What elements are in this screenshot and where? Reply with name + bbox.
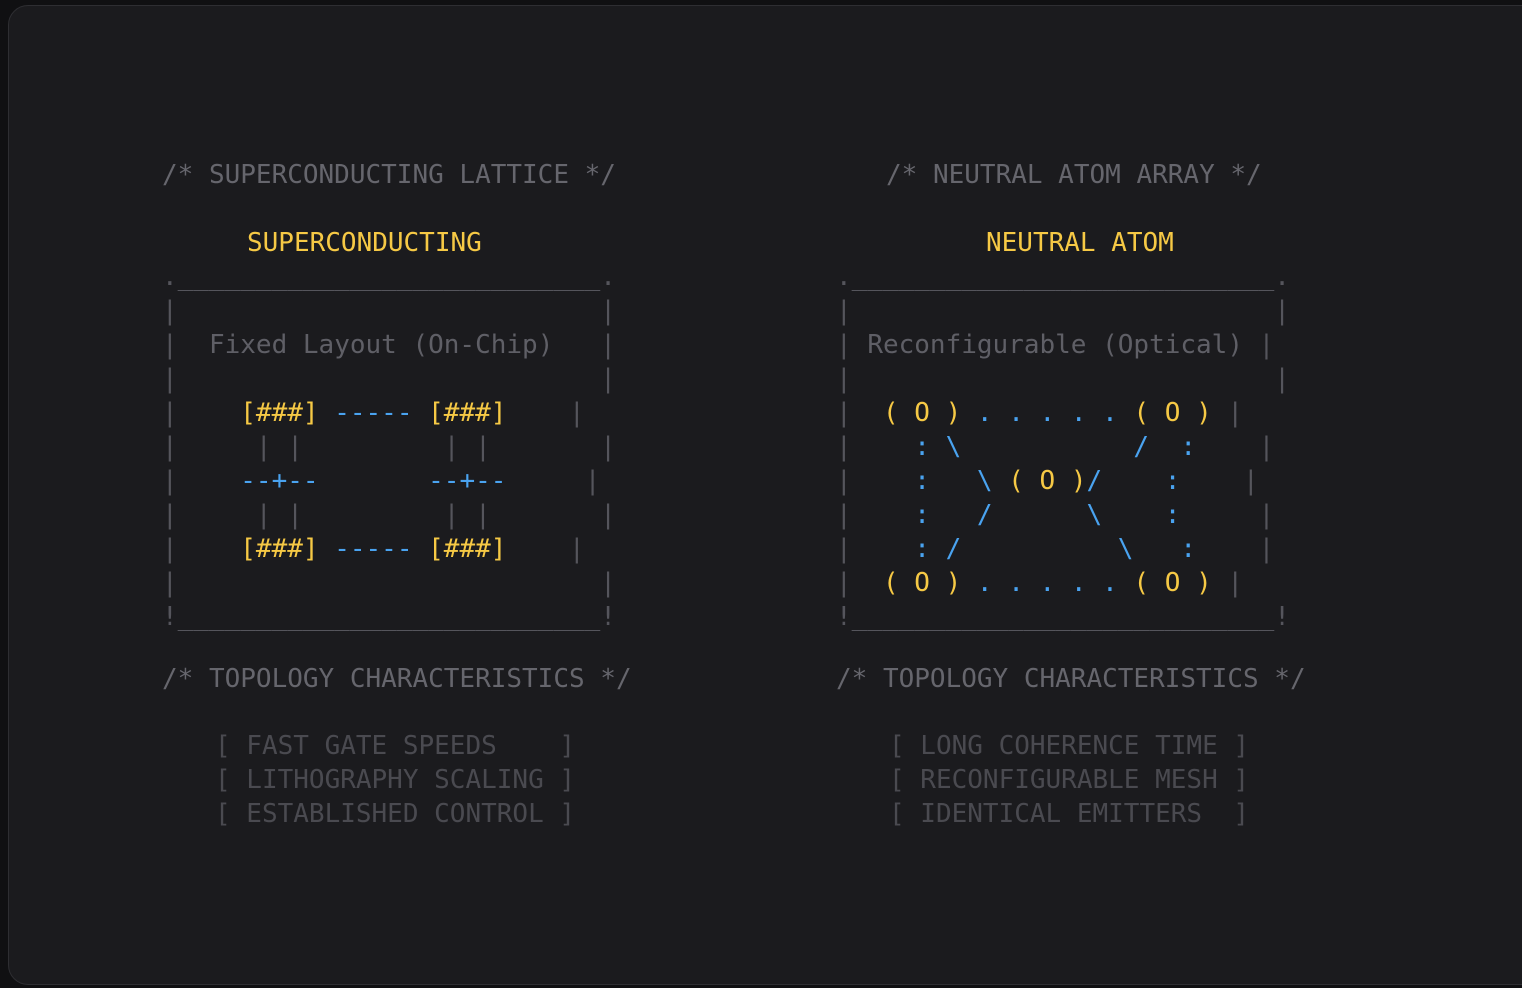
characteristic-item: [ LITHOGRAPHY SCALING ] [215,765,576,795]
atom-site: ( O ) [1133,398,1212,428]
junction: --+-- [428,466,507,496]
neutral-atom-title: NEUTRAL ATOM [986,228,1174,258]
neutral-atom-diagram-box: .___________________________. | | | Reco… [836,262,1290,632]
characteristic-item: [ ESTABLISHED CONTROL ] [215,799,576,829]
characteristic-item: [ RECONFIGURABLE MESH ] [889,765,1250,795]
atom-site: ( O ) [882,568,962,598]
superconducting-section-comment: /* SUPERCONDUCTING LATTICE */ [162,160,616,190]
optical-trap-path: . . . . . [976,568,1118,598]
neutral-atom-section-comment: /* NEUTRAL ATOM ARRAY */ [886,160,1262,190]
characteristic-item: [ LONG COHERENCE TIME ] [889,731,1250,761]
optical-trap-path: . . . . . [976,398,1118,428]
coupler-line: ----- [334,398,413,428]
atom-site: ( O ) [882,398,962,428]
qubit-node: [###] [240,534,319,564]
qubit-node: [###] [428,398,507,428]
superconducting-topology-comment: /* TOPOLOGY CHARACTERISTICS */ [162,664,632,694]
qubit-node: [###] [428,534,507,564]
atom-site: ( O ) [1008,466,1087,496]
junction: --+-- [240,466,319,496]
neutral-atom-characteristics-list: [ LONG COHERENCE TIME ] [ RECONFIGURABLE… [889,729,1249,831]
characteristic-item: [ FAST GATE SPEEDS ] [215,731,576,761]
atom-site: ( O ) [1133,568,1212,598]
qubit-node: [###] [240,398,319,428]
neutral-atom-box-label: Reconfigurable (Optical) [867,330,1243,360]
superconducting-diagram-box: .___________________________. | | | Fixe… [162,262,616,632]
characteristic-item: [ IDENTICAL EMITTERS ] [889,799,1250,829]
superconducting-box-label: Fixed Layout (On-Chip) [208,330,554,360]
coupler-line: ----- [334,534,413,564]
superconducting-characteristics-list: [ FAST GATE SPEEDS ] [ LITHOGRAPHY SCALI… [215,729,575,831]
superconducting-title: SUPERCONDUCTING [247,228,482,258]
neutral-atom-topology-comment: /* TOPOLOGY CHARACTERISTICS */ [836,664,1306,694]
